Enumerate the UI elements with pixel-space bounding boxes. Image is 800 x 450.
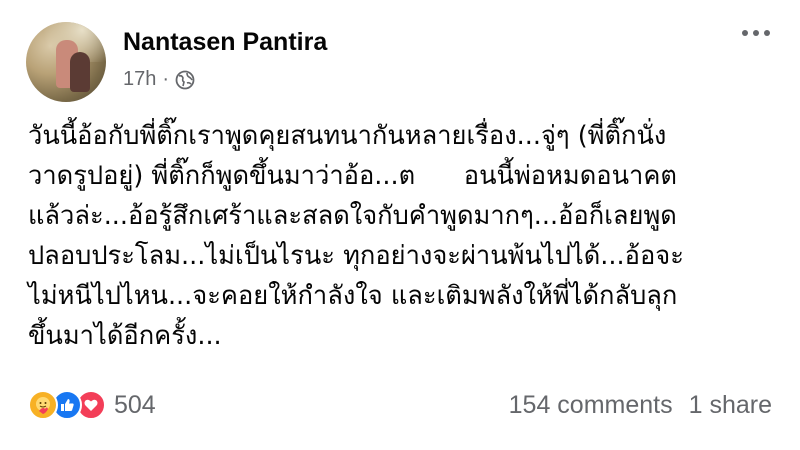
post-text-line: ปลอบประโลม...ไม่เป็นไรนะ ทุกอย่างจะผ่านพ…	[28, 241, 684, 271]
more-options-button[interactable]	[742, 30, 770, 36]
post-card: Nantasen Pantira 17h · วันนี้อ้อกับพี่ติ…	[0, 0, 800, 450]
dot-icon	[753, 30, 759, 36]
post-text: วันนี้อ้อกับพี่ติ๊กเราพูดคุยสนทนากันหลาย…	[28, 116, 778, 356]
post-timestamp[interactable]: 17h	[123, 68, 156, 91]
post-meta: 17h ·	[123, 68, 195, 91]
reaction-count[interactable]: 504	[114, 391, 156, 420]
globe-icon	[175, 70, 195, 90]
avatar-photo-person	[70, 52, 90, 92]
post-text-line: ขึ้นมาได้อีกครั้ง...	[28, 321, 222, 351]
post-stats: 154 comments 1 share	[509, 391, 772, 420]
shares-count-link[interactable]: 1 share	[689, 391, 772, 420]
meta-separator: ·	[162, 68, 170, 90]
post-text-line: วาดรูปอยู่) พี่ติ๊กก็พูดขึ้นมาว่าอ้อ...ต…	[28, 161, 677, 191]
dot-icon	[742, 30, 748, 36]
author-avatar[interactable]	[26, 22, 106, 102]
author-name[interactable]: Nantasen Pantira	[123, 28, 327, 57]
comments-count-link[interactable]: 154 comments	[509, 391, 673, 420]
post-text-line: วันนี้อ้อกับพี่ติ๊กเราพูดคุยสนทนากันหลาย…	[28, 121, 667, 151]
reactions-summary[interactable]: 504	[28, 390, 156, 420]
post-text-line: แล้วล่ะ...อ้อรู้สึกเศร้าและสลดใจกับคำพูด…	[28, 201, 677, 231]
care-icon	[28, 390, 58, 420]
dot-icon	[764, 30, 770, 36]
post-text-line: ไม่หนีไปไหน...จะคอยให้กำลังใจ และเติมพลั…	[28, 281, 678, 311]
post-footer: 504 154 comments 1 share	[28, 390, 772, 420]
